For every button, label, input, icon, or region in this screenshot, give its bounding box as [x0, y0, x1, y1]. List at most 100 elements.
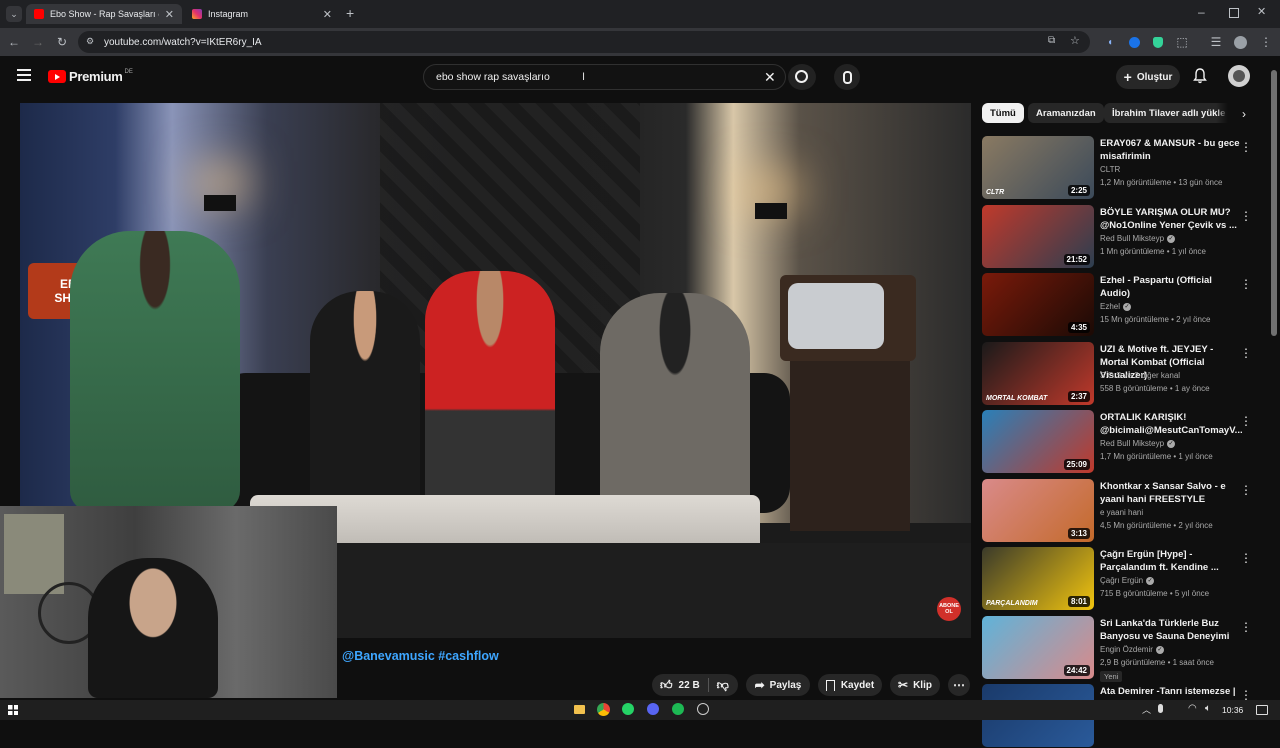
close-window-button[interactable]: ✕: [1257, 5, 1266, 18]
profile-avatar-icon[interactable]: [1230, 32, 1250, 52]
dislike-button[interactable]: 👎︎: [717, 678, 729, 693]
recommendation-item[interactable]: 25:09 ORTALIK KARIŞIK! @bicimali@MesutCan…: [982, 410, 1262, 474]
video-thumbnail[interactable]: 24:42: [982, 616, 1094, 679]
clip-button[interactable]: ✂ Klip: [890, 674, 940, 696]
site-info-icon[interactable]: ⚙: [86, 36, 97, 47]
chip-all[interactable]: Tümü: [982, 103, 1024, 123]
search-input[interactable]: ebo show rap savaşlarıo: [436, 71, 550, 83]
video-title[interactable]: Ezhel - Paspartu (Official Audio): [1100, 274, 1240, 300]
ext-shield-icon[interactable]: [1148, 32, 1168, 52]
notification-center-icon[interactable]: [1256, 705, 1268, 715]
recommendation-item[interactable]: 21:52 BÖYLE YARIŞMA OLUR MU? @No1Online Y…: [982, 205, 1262, 269]
new-tab-button[interactable]: +: [346, 5, 354, 21]
more-options-icon[interactable]: ⋮: [1240, 277, 1252, 291]
video-thumbnail[interactable]: 4:35: [982, 273, 1094, 336]
create-button[interactable]: + Oluştur: [1116, 65, 1180, 89]
address-bar[interactable]: ⚙ youtube.com/watch?v=IKtER6ry_IA ⧉ ☆: [78, 31, 1090, 53]
search-box[interactable]: ebo show rap savaşlarıo I ✕: [423, 64, 786, 90]
channel-name[interactable]: Ezhel ✓: [1100, 302, 1132, 311]
channel-name[interactable]: S.O.S ve 2 diğer kanal: [1100, 371, 1180, 380]
forward-icon[interactable]: →: [28, 32, 48, 52]
share-button[interactable]: ➦ Paylaş: [746, 674, 810, 696]
microphone-tray-icon[interactable]: [1158, 704, 1163, 713]
chip-uploader[interactable]: İbrahim Tilaver adlı yüklе: [1104, 103, 1232, 123]
search-button[interactable]: [788, 64, 816, 90]
browser-tab[interactable]: Ebo Show - Rap Savaşları @san ✕: [26, 4, 182, 24]
page-scrollbar[interactable]: [1268, 56, 1280, 700]
file-explorer-icon[interactable]: [574, 705, 585, 714]
whatsapp-icon[interactable]: [622, 703, 634, 715]
youtube-logo[interactable]: Premium DE: [48, 69, 133, 84]
recommendation-item[interactable]: 4:35 Ezhel - Paspartu (Official Audio) Ezh…: [982, 273, 1262, 337]
channel-name[interactable]: e yaani hani: [1100, 508, 1143, 517]
reload-icon[interactable]: ↻: [52, 32, 72, 52]
chrome-icon[interactable]: [597, 703, 610, 716]
clear-search-icon[interactable]: ✕: [764, 69, 776, 86]
video-title[interactable]: ERAY067 & MANSUR - bu gece misafirimin: [1100, 137, 1240, 163]
bookmark-star-icon[interactable]: ☆: [1070, 34, 1080, 47]
voice-search-button[interactable]: [834, 64, 860, 90]
more-options-icon[interactable]: ⋮: [1240, 140, 1252, 154]
maximize-button[interactable]: [1229, 8, 1239, 18]
subscribe-badge[interactable]: ABONE OL: [937, 597, 961, 621]
channel-name[interactable]: Engin Özdemir ✓: [1100, 645, 1164, 654]
wifi-icon[interactable]: ◠: [1188, 703, 1197, 714]
more-options-icon[interactable]: ⋮: [1240, 551, 1252, 565]
thumbnail-badge: MORTAL KOMBAT: [986, 395, 1048, 402]
taskbar-clock[interactable]: 10:36: [1222, 705, 1243, 715]
browser-tab[interactable]: Instagram ✕: [184, 4, 340, 24]
video-title[interactable]: BÖYLE YARIŞMA OLUR MU? @No1Online Yener …: [1100, 206, 1240, 232]
video-description-snippet[interactable]: @Banevamusic #cashflow: [342, 649, 499, 663]
windows-start-icon[interactable]: [8, 705, 18, 715]
spotify-icon[interactable]: [672, 703, 684, 715]
video-title[interactable]: ORTALIK KARIŞIK! @bicimali@MesutCanTomay…: [1100, 411, 1243, 437]
chip-from-search[interactable]: Aramanızdan: [1028, 103, 1104, 123]
recommendation-item[interactable]: MORTAL KOMBAT 2:37 UZI & Motive ft. JEYJEY…: [982, 342, 1262, 406]
install-app-icon[interactable]: ⧉: [1048, 35, 1055, 46]
close-icon[interactable]: ✕: [165, 8, 174, 21]
more-options-icon[interactable]: ⋮: [1240, 620, 1252, 634]
channel-name[interactable]: CLTR: [1100, 165, 1120, 174]
video-title[interactable]: Khontkar x Sansar Salvo - e yaani hani F…: [1100, 480, 1240, 506]
tray-chevron-icon[interactable]: ︿: [1142, 703, 1151, 716]
video-thumbnail[interactable]: 25:09: [982, 410, 1094, 473]
obs-icon[interactable]: [697, 703, 709, 715]
extensions-icon[interactable]: ⬚: [1172, 32, 1192, 52]
volume-icon[interactable]: 🔈︎: [1205, 703, 1211, 714]
save-button[interactable]: Kaydet: [818, 674, 882, 696]
more-options-icon[interactable]: ⋮: [1240, 346, 1252, 360]
menu-icon[interactable]: ⋮: [1256, 32, 1276, 52]
video-thumbnail[interactable]: MORTAL KOMBAT 2:37: [982, 342, 1094, 405]
back-icon[interactable]: ←: [4, 32, 24, 52]
channel-name[interactable]: Red Bull Mikstеyp ✓: [1100, 234, 1176, 243]
close-icon[interactable]: ✕: [323, 8, 332, 21]
chips-next-chevron-icon[interactable]: ›: [1216, 103, 1246, 125]
more-options-icon[interactable]: ⋮: [1240, 483, 1252, 497]
recommendation-item[interactable]: 24:42 Sri Lanka'da Türklerle Buz Banyosu …: [982, 616, 1262, 682]
video-thumbnail[interactable]: 21:52: [982, 205, 1094, 268]
video-thumbnail[interactable]: CLTR 2:25: [982, 136, 1094, 199]
notifications-bell-icon[interactable]: [1193, 68, 1207, 84]
video-title[interactable]: Ata Demirer -Tanrı istemezse |: [1100, 685, 1240, 698]
discord-icon[interactable]: [647, 703, 659, 715]
more-options-icon[interactable]: ⋮: [1240, 414, 1252, 428]
video-title[interactable]: Çağrı Ergün [Hype] - Parçalandım ft. Ken…: [1100, 548, 1240, 574]
ext-blue-icon[interactable]: [1124, 32, 1144, 52]
account-avatar[interactable]: [1228, 65, 1250, 87]
channel-name[interactable]: Red Bull Mikstеyp ✓: [1100, 439, 1176, 448]
channel-name[interactable]: Çağrı Ergün ✓: [1100, 576, 1155, 585]
more-actions-button[interactable]: ⋯: [948, 674, 970, 696]
minimize-button[interactable]: –: [1198, 5, 1205, 19]
more-options-icon[interactable]: ⋮: [1240, 209, 1252, 223]
recommendation-item[interactable]: CLTR 2:25 ERAY067 & MANSUR - bu gece misaf…: [982, 136, 1262, 200]
video-thumbnail[interactable]: 3:13: [982, 479, 1094, 542]
ext-translate-icon[interactable]: ◖: [1100, 32, 1120, 52]
guide-menu-icon[interactable]: [17, 69, 31, 81]
recommendation-item[interactable]: 3:13 Khontkar x Sansar Salvo - e yaani ha…: [982, 479, 1262, 543]
video-title[interactable]: Sri Lanka'da Türklerle Buz Banyosu ve Sa…: [1100, 617, 1240, 643]
like-button[interactable]: 👍︎ 22 B: [652, 678, 700, 693]
tab-search-button[interactable]: ⌄: [6, 6, 22, 22]
recommendation-item[interactable]: PARÇALANDIM 8:01 Çağrı Ergün [Hype] - Parç…: [982, 547, 1262, 611]
reading-list-icon[interactable]: ☰: [1206, 32, 1226, 52]
video-thumbnail[interactable]: PARÇALANDIM 8:01: [982, 547, 1094, 610]
